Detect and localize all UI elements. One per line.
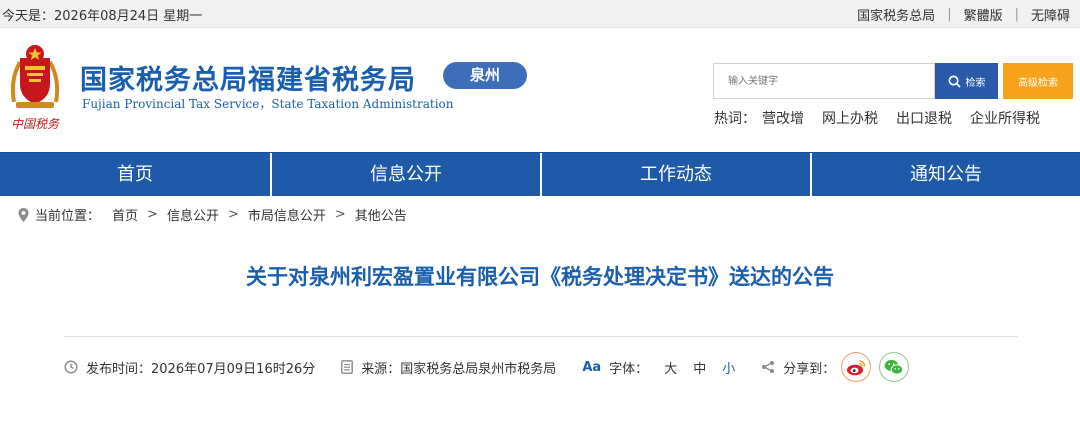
breadcrumb-label: 当前位置： (35, 209, 101, 224)
share-group: 分享到： (761, 352, 910, 382)
separator: | (947, 7, 952, 22)
article-meta: 发布时间： 2026年07月09日16时26分 来源： 国家税务总局泉州市税务局… (64, 352, 910, 382)
chevron-right-icon: > (334, 207, 346, 222)
breadcrumb-home[interactable]: 首页 (112, 205, 138, 224)
share-label: 分享到： (783, 361, 836, 377)
tax-emblem-icon[interactable]: 中国税务 (6, 40, 64, 132)
main-nav: 首页 信息公开 工作动态 通知公告 (0, 152, 1080, 197)
nav-item-notices[interactable]: 通知公告 (810, 153, 1080, 197)
weibo-share-button[interactable] (841, 352, 872, 382)
chevron-right-icon: > (227, 207, 239, 222)
font-size-large[interactable]: 大 (664, 358, 677, 377)
search-button[interactable]: 检索 (935, 63, 998, 99)
weibo-icon (847, 359, 866, 375)
font-size-medium[interactable]: 中 (693, 358, 706, 377)
search-input[interactable] (713, 63, 935, 99)
separator: | (1014, 7, 1019, 22)
article-title: 关于对泉州利宏盈置业有限公司《税务处理决定书》送达的公告 (246, 265, 834, 289)
site-subtitle: Fujian Provincial Tax Service，State Taxa… (82, 97, 454, 111)
link-traditional-chinese[interactable]: 繁體版 (964, 5, 1003, 24)
hotwords: 热词： 营改增 网上办税 出口退税 企业所得税 (714, 108, 1058, 128)
wechat-icon (884, 359, 904, 375)
breadcrumb-other-notices[interactable]: 其他公告 (355, 205, 407, 224)
city-badge[interactable]: 泉州 (443, 62, 527, 89)
chevron-right-icon: > (147, 207, 158, 222)
hotword-link[interactable]: 出口退税 (896, 108, 952, 128)
publish-time-group: 发布时间： 2026年07月09日16时26分 (64, 358, 315, 377)
link-accessibility[interactable]: 无障碍 (1031, 5, 1070, 24)
font-size-label: 字体： (609, 361, 649, 377)
breadcrumb: 当前位置： 首页 > 信息公开 > 市局信息公开 > 其他公告 (18, 205, 407, 224)
share-icon (761, 360, 775, 374)
hotwords-label: 热词： (714, 111, 756, 127)
site-title[interactable]: 国家税务总局福建省税务局 (80, 58, 416, 97)
font-size-icon: Aa (582, 359, 602, 375)
top-links: 国家税务总局 | 繁體版 | 无障碍 (857, 5, 1070, 24)
advanced-search-button[interactable]: 高级检索 (1003, 63, 1073, 99)
search-icon (948, 75, 961, 88)
source-value: 国家税务总局泉州市税务局 (400, 361, 557, 377)
site-header: 中国税务 国家税务总局福建省税务局 Fujian Provincial Tax … (0, 28, 1080, 152)
top-bar: 今天是：2026年08月24日 星期一 国家税务总局 | 繁體版 | 无障碍 (0, 0, 1080, 28)
font-size-group: Aa 字体： 大 中 小 (582, 358, 735, 377)
hotword-link[interactable]: 企业所得税 (970, 108, 1040, 128)
source-label: 来源： (361, 361, 401, 377)
breadcrumb-city-info[interactable]: 市局信息公开 (248, 205, 326, 224)
source-group: 来源： 国家税务总局泉州市税务局 (341, 358, 556, 377)
current-date: 今天是：2026年08月24日 星期一 (2, 9, 203, 24)
breadcrumb-info-disclosure[interactable]: 信息公开 (167, 205, 219, 224)
clock-icon (64, 360, 78, 374)
nav-item-info-disclosure[interactable]: 信息公开 (270, 153, 540, 197)
document-icon (341, 360, 354, 374)
hotword-link[interactable]: 网上办税 (822, 108, 878, 128)
wechat-share-button[interactable] (879, 352, 910, 382)
font-size-small[interactable]: 小 (722, 358, 735, 377)
hotword-link[interactable]: 营改增 (762, 108, 804, 128)
nav-item-work-news[interactable]: 工作动态 (540, 153, 810, 197)
title-divider (64, 336, 1018, 337)
link-state-tax-admin[interactable]: 国家税务总局 (857, 5, 935, 24)
nav-item-home[interactable]: 首页 (0, 153, 270, 197)
publish-time-label: 发布时间： (86, 361, 152, 377)
publish-time-value: 2026年07月09日16时26分 (151, 361, 316, 377)
search-button-label: 检索 (965, 77, 986, 89)
location-pin-icon (18, 207, 29, 222)
emblem-caption: 中国税务 (11, 117, 60, 131)
